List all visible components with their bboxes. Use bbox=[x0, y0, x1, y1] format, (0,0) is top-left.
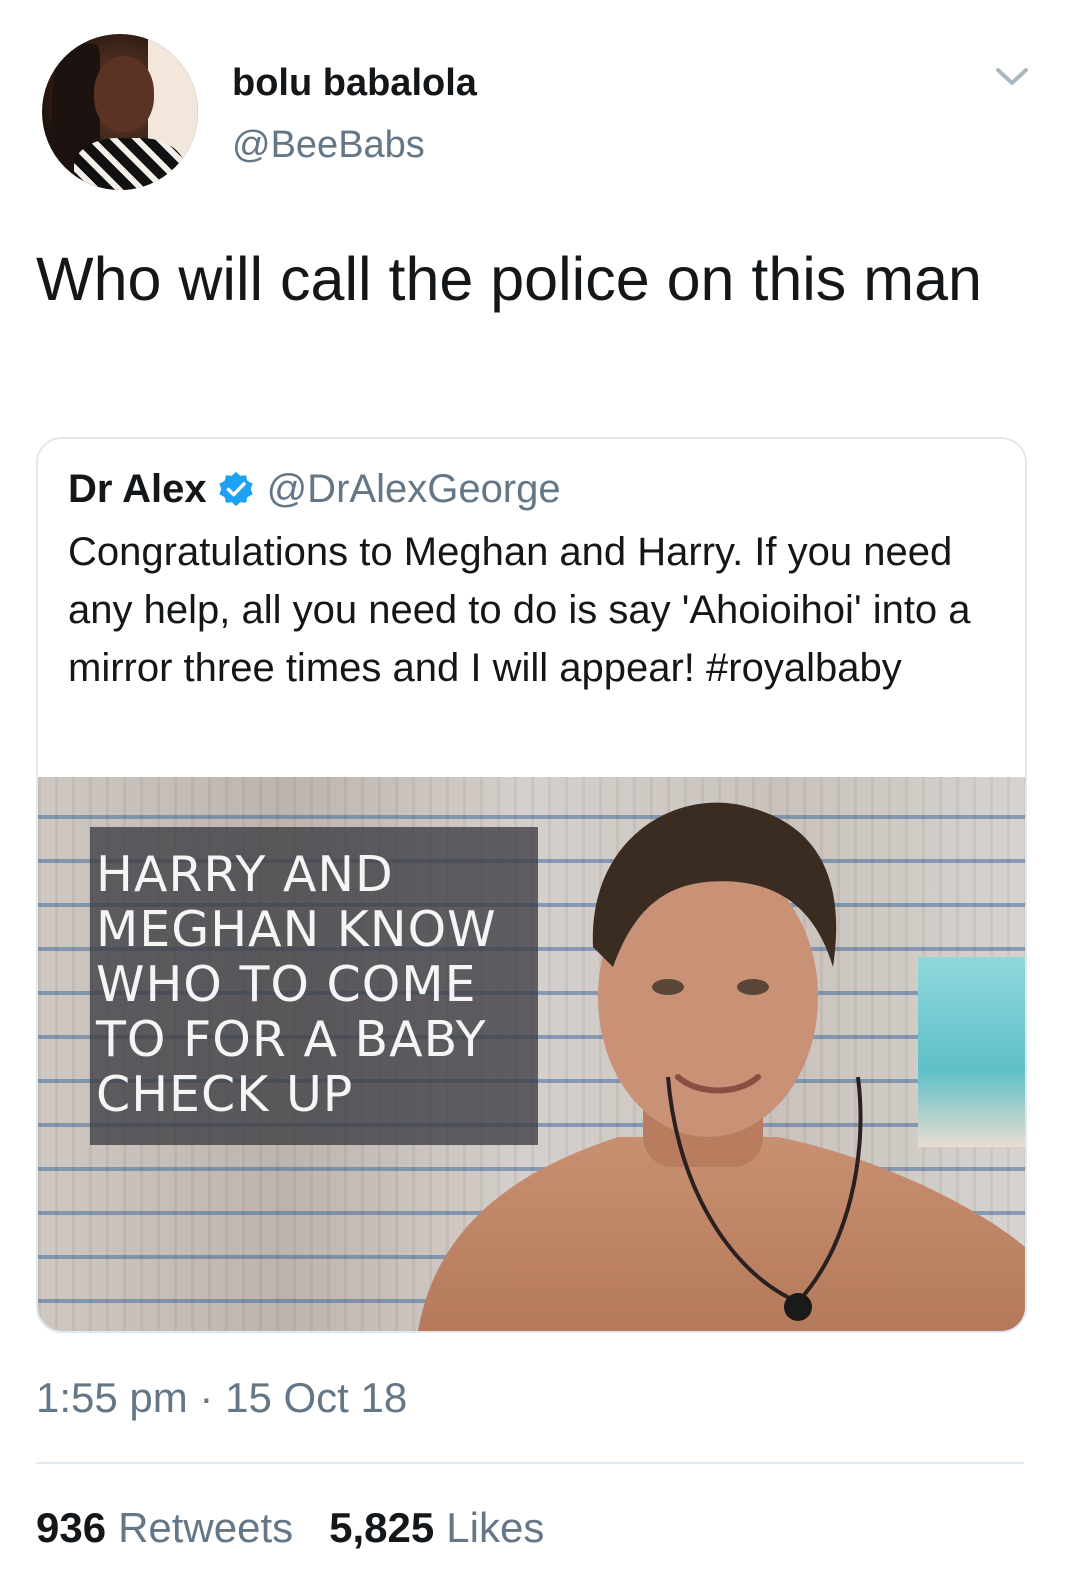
quoted-tweet-header: Dr Alex @DrAlexGeorge bbox=[68, 467, 561, 511]
likes-stat[interactable]: 5,825 Likes bbox=[329, 1504, 544, 1552]
author-avatar[interactable] bbox=[42, 34, 198, 190]
retweets-count: 936 bbox=[36, 1504, 107, 1551]
likes-count: 5,825 bbox=[329, 1504, 435, 1551]
image-caption: HARRY AND MEGHAN KNOW WHO TO COME TO FOR… bbox=[96, 846, 497, 1123]
tweet-text: Who will call the police on this man bbox=[36, 245, 982, 313]
quoted-author-name: Dr Alex bbox=[68, 466, 207, 511]
divider bbox=[36, 1462, 1024, 1464]
likes-label: Likes bbox=[446, 1504, 545, 1551]
retweets-stat[interactable]: 936 Retweets bbox=[36, 1504, 293, 1552]
quoted-tweet-image[interactable]: HARRY AND MEGHAN KNOW WHO TO COME TO FOR… bbox=[38, 777, 1025, 1331]
author-name[interactable]: bolu babalola bbox=[232, 62, 477, 105]
tweet-stats: 936 Retweets 5,825 Likes bbox=[36, 1504, 580, 1552]
author-handle[interactable]: @BeeBabs bbox=[232, 124, 425, 167]
verified-badge-icon bbox=[218, 471, 253, 507]
retweets-label: Retweets bbox=[118, 1504, 294, 1551]
chevron-down-icon[interactable] bbox=[994, 62, 1030, 90]
tweet-header: bolu babalola @BeeBabs bbox=[0, 0, 1080, 210]
quoted-author-handle: @DrAlexGeorge bbox=[266, 466, 561, 511]
tweet-timestamp[interactable]: 1:55 pm · 15 Oct 18 bbox=[36, 1374, 407, 1422]
quoted-tweet[interactable]: Dr Alex @DrAlexGeorge Congratulations to… bbox=[36, 437, 1027, 1333]
quoted-tweet-text: Congratulations to Meghan and Harry. If … bbox=[68, 530, 971, 690]
